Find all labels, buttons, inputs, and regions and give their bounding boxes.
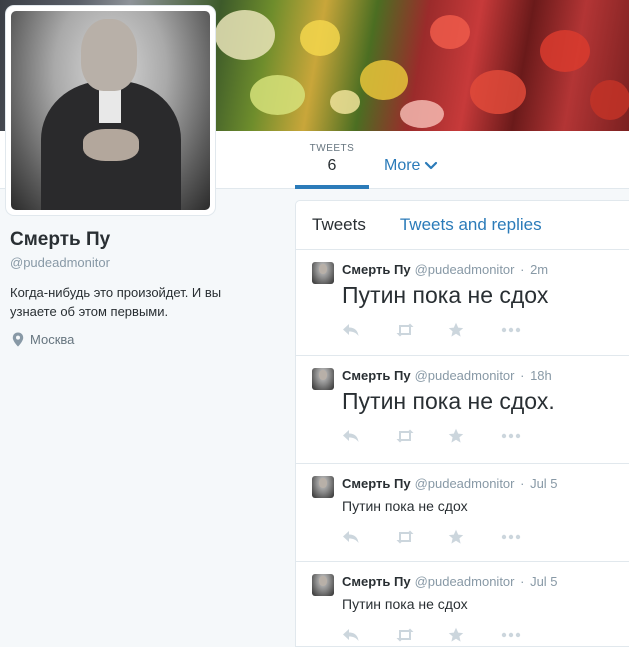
more-icon[interactable] [501, 534, 554, 540]
retweet-icon[interactable] [395, 628, 448, 642]
tweet-text: Путин пока не сдох [342, 596, 468, 612]
nav-more-label: More [384, 157, 421, 174]
tweet-text: Путин пока не сдох [342, 498, 468, 514]
tweet-header: Смерть Пу @pudeadmonitor · Jul 5 [342, 476, 558, 491]
profile-location-text: Москва [30, 332, 75, 347]
retweet-icon[interactable] [395, 530, 448, 544]
retweet-icon[interactable] [395, 323, 448, 337]
tweet-header: Смерть Пу @pudeadmonitor · Jul 5 [342, 574, 558, 589]
profile-bio: Когда-нибудь это произойдет. И вы узнает… [10, 285, 222, 319]
tab-tweets[interactable]: Tweets [312, 215, 366, 235]
nav-tweets-count[interactable]: TWEETS 6 [295, 131, 369, 189]
nav-more-button[interactable]: More [384, 157, 438, 175]
tweet-actions [342, 522, 617, 552]
more-icon[interactable] [501, 327, 554, 333]
tweet-avatar[interactable] [312, 574, 334, 596]
nav-tweets-value: 6 [327, 157, 337, 174]
avatar-image [11, 11, 210, 210]
more-icon[interactable] [501, 632, 554, 638]
profile-card: Смерть Пу @pudeadmonitor Когда-нибудь эт… [10, 229, 280, 347]
tweet-author-name[interactable]: Смерть Пу [342, 476, 411, 491]
reply-icon[interactable] [342, 628, 395, 642]
more-icon[interactable] [501, 433, 554, 439]
chevron-down-icon [425, 161, 438, 170]
tweet-timestamp[interactable]: Jul 5 [530, 574, 557, 589]
profile-name[interactable]: Смерть Пу [10, 229, 280, 251]
profile-avatar[interactable] [6, 6, 215, 215]
tweet-actions [342, 315, 617, 345]
tweet-author-handle[interactable]: @pudeadmonitor [415, 574, 515, 589]
tweet-header: Смерть Пу @pudeadmonitor · 18h [342, 368, 552, 383]
favorite-icon[interactable] [448, 627, 501, 643]
retweet-icon[interactable] [395, 429, 448, 443]
tweet-timestamp[interactable]: Jul 5 [530, 476, 557, 491]
favorite-icon[interactable] [448, 428, 501, 444]
profile-location: Москва [10, 332, 280, 347]
reply-icon[interactable] [342, 530, 395, 544]
tweet-actions [342, 421, 617, 451]
timeline-tabs: Tweets Tweets and replies [296, 201, 629, 250]
favorite-icon[interactable] [448, 529, 501, 545]
favorite-icon[interactable] [448, 322, 501, 338]
reply-icon[interactable] [342, 323, 395, 337]
nav-tweets-label: TWEETS [309, 143, 355, 154]
tweet-avatar[interactable] [312, 368, 334, 390]
tweet-timestamp[interactable]: 18h [530, 368, 552, 383]
tweet-item[interactable]: Смерть Пу @pudeadmonitor · Jul 5 Путин по… [296, 562, 629, 646]
profile-handle[interactable]: @pudeadmonitor [10, 255, 280, 270]
tweet-author-name[interactable]: Смерть Пу [342, 574, 411, 589]
tweet-author-handle[interactable]: @pudeadmonitor [415, 262, 515, 277]
tweet-avatar[interactable] [312, 262, 334, 284]
tweet-avatar[interactable] [312, 476, 334, 498]
tweet-text: Путин пока не сдох. [342, 388, 555, 414]
tweet-item[interactable]: Смерть Пу @pudeadmonitor · 2m Путин пока … [296, 250, 629, 356]
reply-icon[interactable] [342, 429, 395, 443]
map-pin-icon [12, 332, 24, 347]
tweet-timestamp[interactable]: 2m [530, 262, 548, 277]
tweet-author-name[interactable]: Смерть Пу [342, 262, 411, 277]
tweet-item[interactable]: Смерть Пу @pudeadmonitor · 18h Путин пока… [296, 356, 629, 464]
tweet-text: Путин пока не сдох [342, 282, 549, 308]
tweet-author-name[interactable]: Смерть Пу [342, 368, 411, 383]
timeline: Tweets Tweets and replies Смерть Пу @pude… [295, 200, 629, 647]
tweet-item[interactable]: Смерть Пу @pudeadmonitor · Jul 5 Путин по… [296, 464, 629, 562]
tweet-actions [342, 620, 617, 646]
tab-tweets-and-replies[interactable]: Tweets and replies [400, 215, 542, 235]
tweet-header: Смерть Пу @pudeadmonitor · 2m [342, 262, 549, 277]
tweet-author-handle[interactable]: @pudeadmonitor [415, 476, 515, 491]
tweet-author-handle[interactable]: @pudeadmonitor [415, 368, 515, 383]
